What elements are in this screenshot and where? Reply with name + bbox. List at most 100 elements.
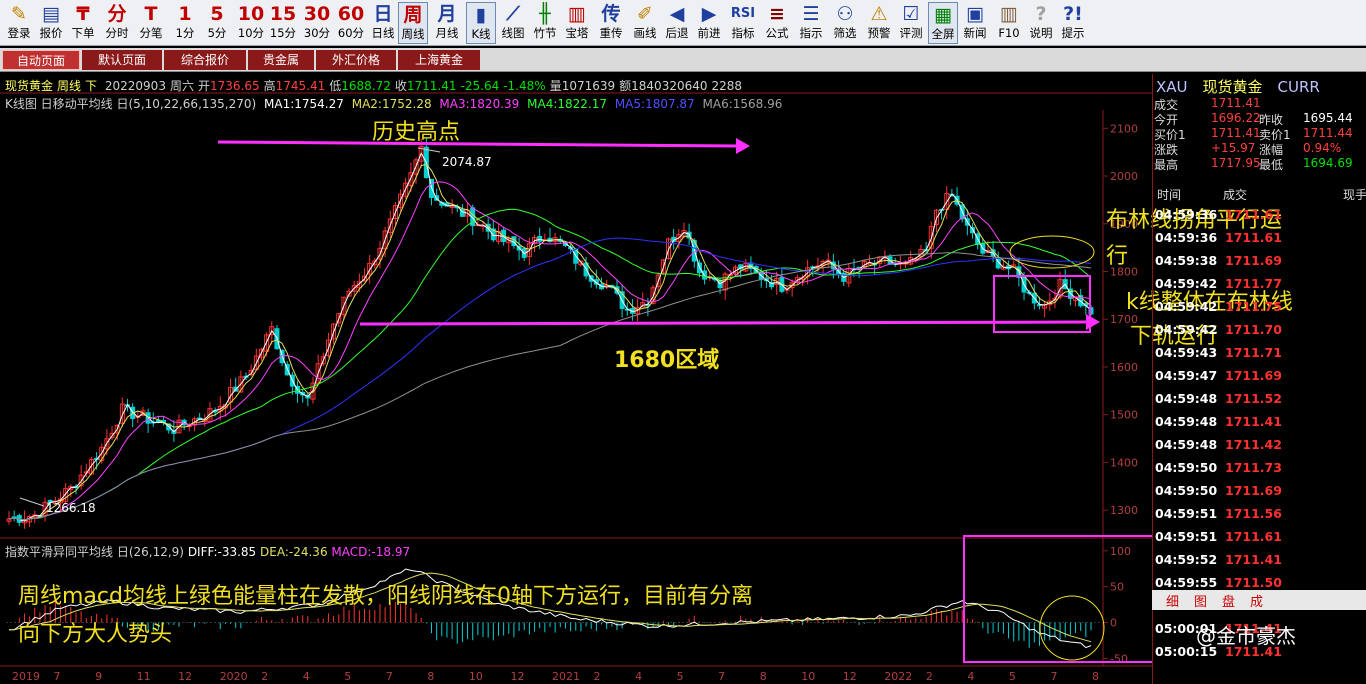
tab-5[interactable]: 上海黄金 xyxy=(398,50,480,70)
x-tick-label: 11 xyxy=(137,670,151,683)
footer-tab-0[interactable]: 细 xyxy=(1166,591,1179,610)
toolbar-button-9[interactable]: 30 30分 xyxy=(302,2,332,44)
quote-field-value: 0.94% xyxy=(1303,141,1342,155)
toolbar-button-8[interactable]: 15 15分 xyxy=(268,2,298,44)
tab-2[interactable]: 综合报价 xyxy=(164,50,246,70)
tick-time: 04:59:43 xyxy=(1155,345,1218,360)
toolbar-button-3[interactable]: 分分时 xyxy=(102,2,132,44)
tick-vol-header: 现手 xyxy=(1343,188,1366,202)
tick-time: 04:59:42 xyxy=(1155,299,1218,314)
toolbar-button-32[interactable]: ?! 提示 xyxy=(1058,2,1088,44)
toolbar-button-6[interactable]: 5 5分 xyxy=(202,2,232,44)
toolbar-button-label: 后退 xyxy=(665,26,689,40)
tick-row: 04:59:48 1711.42 xyxy=(1153,434,1366,456)
toolbar-button-21[interactable]: ▶ 前进 xyxy=(694,2,724,44)
toolbar-button-label: 10分 xyxy=(237,26,265,40)
toolbar-button-31[interactable]: ? 说明 xyxy=(1026,2,1056,44)
toolbar-button-22[interactable]: RSI 指标 xyxy=(728,2,758,44)
indicator-icon: ☰ xyxy=(802,3,820,25)
toolbar-button-12[interactable]: 周周线 xyxy=(398,2,428,44)
x-tick-label: 8 xyxy=(427,670,434,683)
quote-name: 现货黄金 xyxy=(1202,78,1263,96)
quote-currency: CURR xyxy=(1277,78,1320,96)
toolbar-button-label: 评测 xyxy=(899,26,923,40)
toolbar-button-14[interactable]: ▮ K线 xyxy=(466,2,496,44)
toolbar-button-30[interactable]: ▥ F10 xyxy=(994,2,1024,44)
instrument-name: 现货黄金 xyxy=(5,79,54,93)
news-icon: ▣ xyxy=(966,3,984,25)
ma2-value: MA2:1752.28 xyxy=(351,97,432,111)
toolbar-button-4[interactable]: T 分笔 xyxy=(136,2,166,44)
tab-0[interactable]: 自动页面 xyxy=(2,50,80,70)
tick-price: 1711.69 xyxy=(1225,368,1282,383)
tick-time: 04:59:50 xyxy=(1155,483,1218,498)
toolbar-button-20[interactable]: ◀ 后退 xyxy=(662,2,692,44)
tick-row: 04:59:48 1711.52 xyxy=(1153,388,1366,410)
toolbar-button-2[interactable]: ₸ 下单 xyxy=(68,2,98,44)
toolbar-button-label: 指示 xyxy=(799,26,823,40)
toolbar-button-label: 预警 xyxy=(867,26,891,40)
quote-footer: 细图盘成 xyxy=(1152,590,1366,610)
toolbar-button-27[interactable]: ☑ 评测 xyxy=(896,2,926,44)
toolbar-button-15[interactable]: ⟋ 线图 xyxy=(498,2,528,44)
quote-field-label: 最低 xyxy=(1259,158,1284,172)
footer-tab-2[interactable]: 盘 xyxy=(1222,591,1235,610)
tick-price: 1711.41 xyxy=(1225,414,1282,429)
tab-3[interactable]: 贵金属 xyxy=(248,50,314,70)
open-label: 开 xyxy=(197,79,210,93)
help-icon: ? xyxy=(1035,3,1047,25)
tick-price: 1711.41 xyxy=(1225,552,1282,567)
x-tick-label: 7 xyxy=(1050,670,1057,683)
amount-value: 1840320640 xyxy=(631,79,708,93)
toolbar-button-label: 月线 xyxy=(435,26,459,40)
toolbar-button-label: 全屏 xyxy=(931,27,955,41)
toolbar-button-label: 登录 xyxy=(7,26,31,40)
toolbar-button-label: 分笔 xyxy=(139,26,163,40)
open-value: 1736.65 xyxy=(209,79,260,93)
toolbar-button-28[interactable]: ▦ 全屏 xyxy=(928,2,958,44)
back-icon: ◀ xyxy=(669,3,685,25)
toolbar-button-24[interactable]: ☰ 指示 xyxy=(796,2,826,44)
one-icon: 1 xyxy=(178,3,192,25)
toolbar-button-17[interactable]: ▥ 宝塔 xyxy=(562,2,592,44)
toolbar-button-18[interactable]: 传重传 xyxy=(596,2,626,44)
tick-time: 04:59:36 xyxy=(1155,230,1218,245)
x-tick-label: 4 xyxy=(635,670,642,683)
toolbar-button-label: K线 xyxy=(471,27,491,41)
toolbar-button-7[interactable]: 10 10分 xyxy=(236,2,266,44)
toolbar-button-25[interactable]: ⚇ 筛选 xyxy=(830,2,860,44)
ma-legend: K线图 日移动平均线 日(5,10,22,66,135,270) MA1:175… xyxy=(5,95,786,112)
x-tick-label: 5 xyxy=(1009,670,1016,683)
toolbar-button-10[interactable]: 60 60分 xyxy=(336,2,366,44)
tick-row: 04:59:36 1711.61 xyxy=(1153,227,1366,249)
toolbar-button-16[interactable]: ╫ 竹节 xyxy=(530,2,560,44)
x-tick-label: 12 xyxy=(510,670,524,683)
toolbar-button-29[interactable]: ▣ 新闻 xyxy=(960,2,990,44)
toolbar-button-19[interactable]: ✐ 画线 xyxy=(630,2,660,44)
toolbar-button-1[interactable]: ▤ 报价 xyxy=(36,2,66,44)
x-tick-label: 2 xyxy=(261,670,268,683)
tick-row: 04:59:38 1711.69 xyxy=(1153,250,1366,272)
tick-price: 1711.61 xyxy=(1225,207,1282,222)
footer-tab-1[interactable]: 图 xyxy=(1194,591,1207,610)
toolbar-button-11[interactable]: 日日线 xyxy=(368,2,398,44)
toolbar-button-26[interactable]: ⚠ 预警 xyxy=(864,2,894,44)
ma6-value: MA6:1568.96 xyxy=(702,97,783,111)
x-tick-label: 10 xyxy=(801,670,815,683)
toolbar-button-label: 线图 xyxy=(501,26,525,40)
toolbar-button-label: 下单 xyxy=(71,26,95,40)
toolbar-button-13[interactable]: 月月线 xyxy=(432,2,462,44)
tab-4[interactable]: 外汇价格 xyxy=(316,50,396,70)
change-value: -25.64 xyxy=(460,79,500,93)
x-tick-label: 7 xyxy=(54,670,61,683)
tab-1[interactable]: 默认页面 xyxy=(82,50,162,70)
toolbar-button-5[interactable]: 1 1分 xyxy=(170,2,200,44)
y-tick-label: 1400 xyxy=(1110,456,1138,469)
toolbar: ✎ 登录 ▤ 报价 ₸ 下单分分时 T 分笔 1 1分 5 5分 10 10分 15 15分 30 30分 60 60… xyxy=(0,0,1366,46)
toolbar-button-23[interactable]: ≡ 公式 xyxy=(762,2,792,44)
support-line xyxy=(359,320,1089,326)
toolbar-button-0[interactable]: ✎ 登录 xyxy=(4,2,34,44)
footer-tab-3[interactable]: 成 xyxy=(1250,591,1263,610)
tick-row: 04:59:43 1711.71 xyxy=(1153,342,1366,364)
fifteen-icon: 15 xyxy=(269,3,297,25)
